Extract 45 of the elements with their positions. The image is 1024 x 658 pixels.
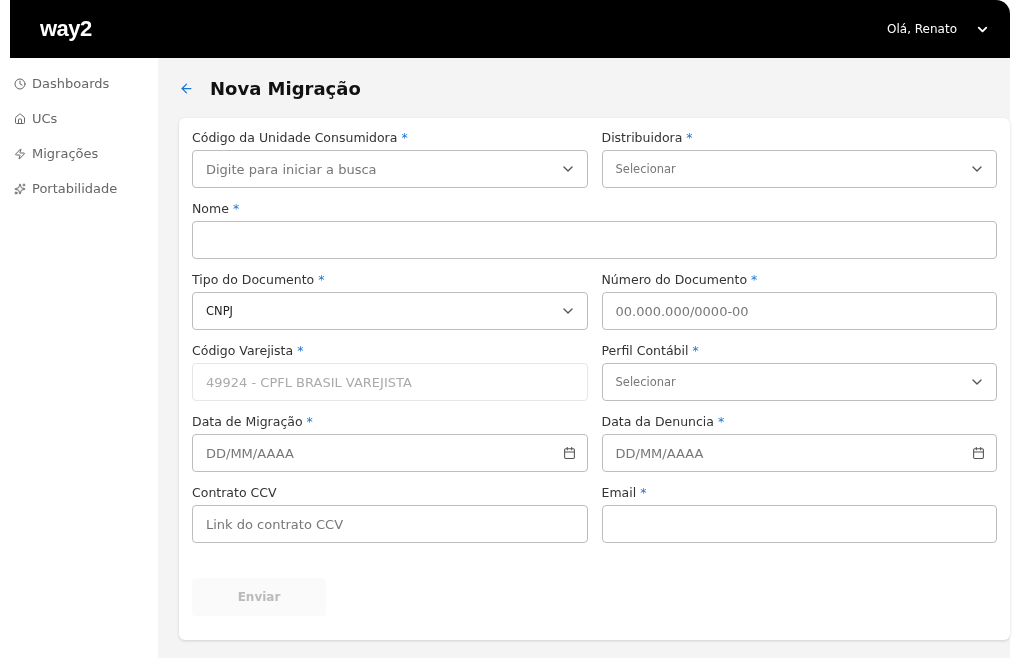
calendar-icon [972, 446, 985, 460]
field-label: Código da Unidade Consumidora [192, 130, 398, 145]
field-label: Contrato CCV [192, 485, 277, 500]
back-button[interactable] [179, 80, 194, 96]
select-field[interactable]: Selecionar [601, 150, 997, 188]
select-field[interactable]: CNPJ [192, 292, 588, 330]
logo: way2 [40, 16, 92, 42]
required-asterisk: * [401, 130, 408, 145]
date-field[interactable]: DD/MM/AAAA [192, 434, 588, 472]
field-label: Perfil Contábil [601, 343, 689, 358]
page-title: Nova Migração [210, 77, 361, 99]
required-asterisk: * [751, 272, 758, 287]
field-label: Data da Denuncia [601, 414, 714, 429]
required-asterisk: * [692, 343, 699, 358]
select-field[interactable]: Selecionar [601, 363, 997, 401]
sidebar-item[interactable]: Migrações [10, 146, 158, 161]
input-field[interactable] [601, 505, 997, 543]
nav-icon [14, 147, 26, 160]
nav-icon [14, 182, 26, 195]
input-field[interactable]: 00.000.000/0000-00 [601, 292, 997, 330]
required-asterisk: * [318, 272, 325, 287]
select-field[interactable]: Digite para iniciar a busca [192, 150, 588, 188]
field-label: Número do Documento [601, 272, 748, 287]
field-label: Nome [192, 201, 229, 216]
required-asterisk: * [640, 485, 647, 500]
date-field[interactable]: DD/MM/AAAA [601, 434, 997, 472]
field-label: Distribuidora [601, 130, 683, 145]
required-asterisk: * [718, 414, 725, 429]
sidebar-item[interactable]: Dashboards [10, 76, 158, 91]
input-field[interactable]: Link do contrato CCV [192, 505, 588, 543]
calendar-icon [562, 446, 576, 460]
required-asterisk: * [297, 343, 304, 358]
required-asterisk: * [306, 414, 313, 429]
nav-icon [14, 112, 26, 125]
sidebar-item[interactable]: UCs [10, 111, 158, 126]
sidebar-item[interactable]: Portabilidade [10, 181, 158, 196]
required-asterisk: * [686, 130, 693, 145]
field-label: Data de Migração [192, 414, 303, 429]
user-menu[interactable]: Olá, Renato [881, 20, 996, 38]
required-asterisk: * [232, 201, 240, 216]
input-field[interactable] [192, 221, 997, 259]
nav-icon [14, 77, 26, 90]
field-label: Código Varejista [192, 343, 294, 358]
field-label: Email [601, 485, 637, 500]
field-label: Tipo do Documento [192, 272, 315, 287]
